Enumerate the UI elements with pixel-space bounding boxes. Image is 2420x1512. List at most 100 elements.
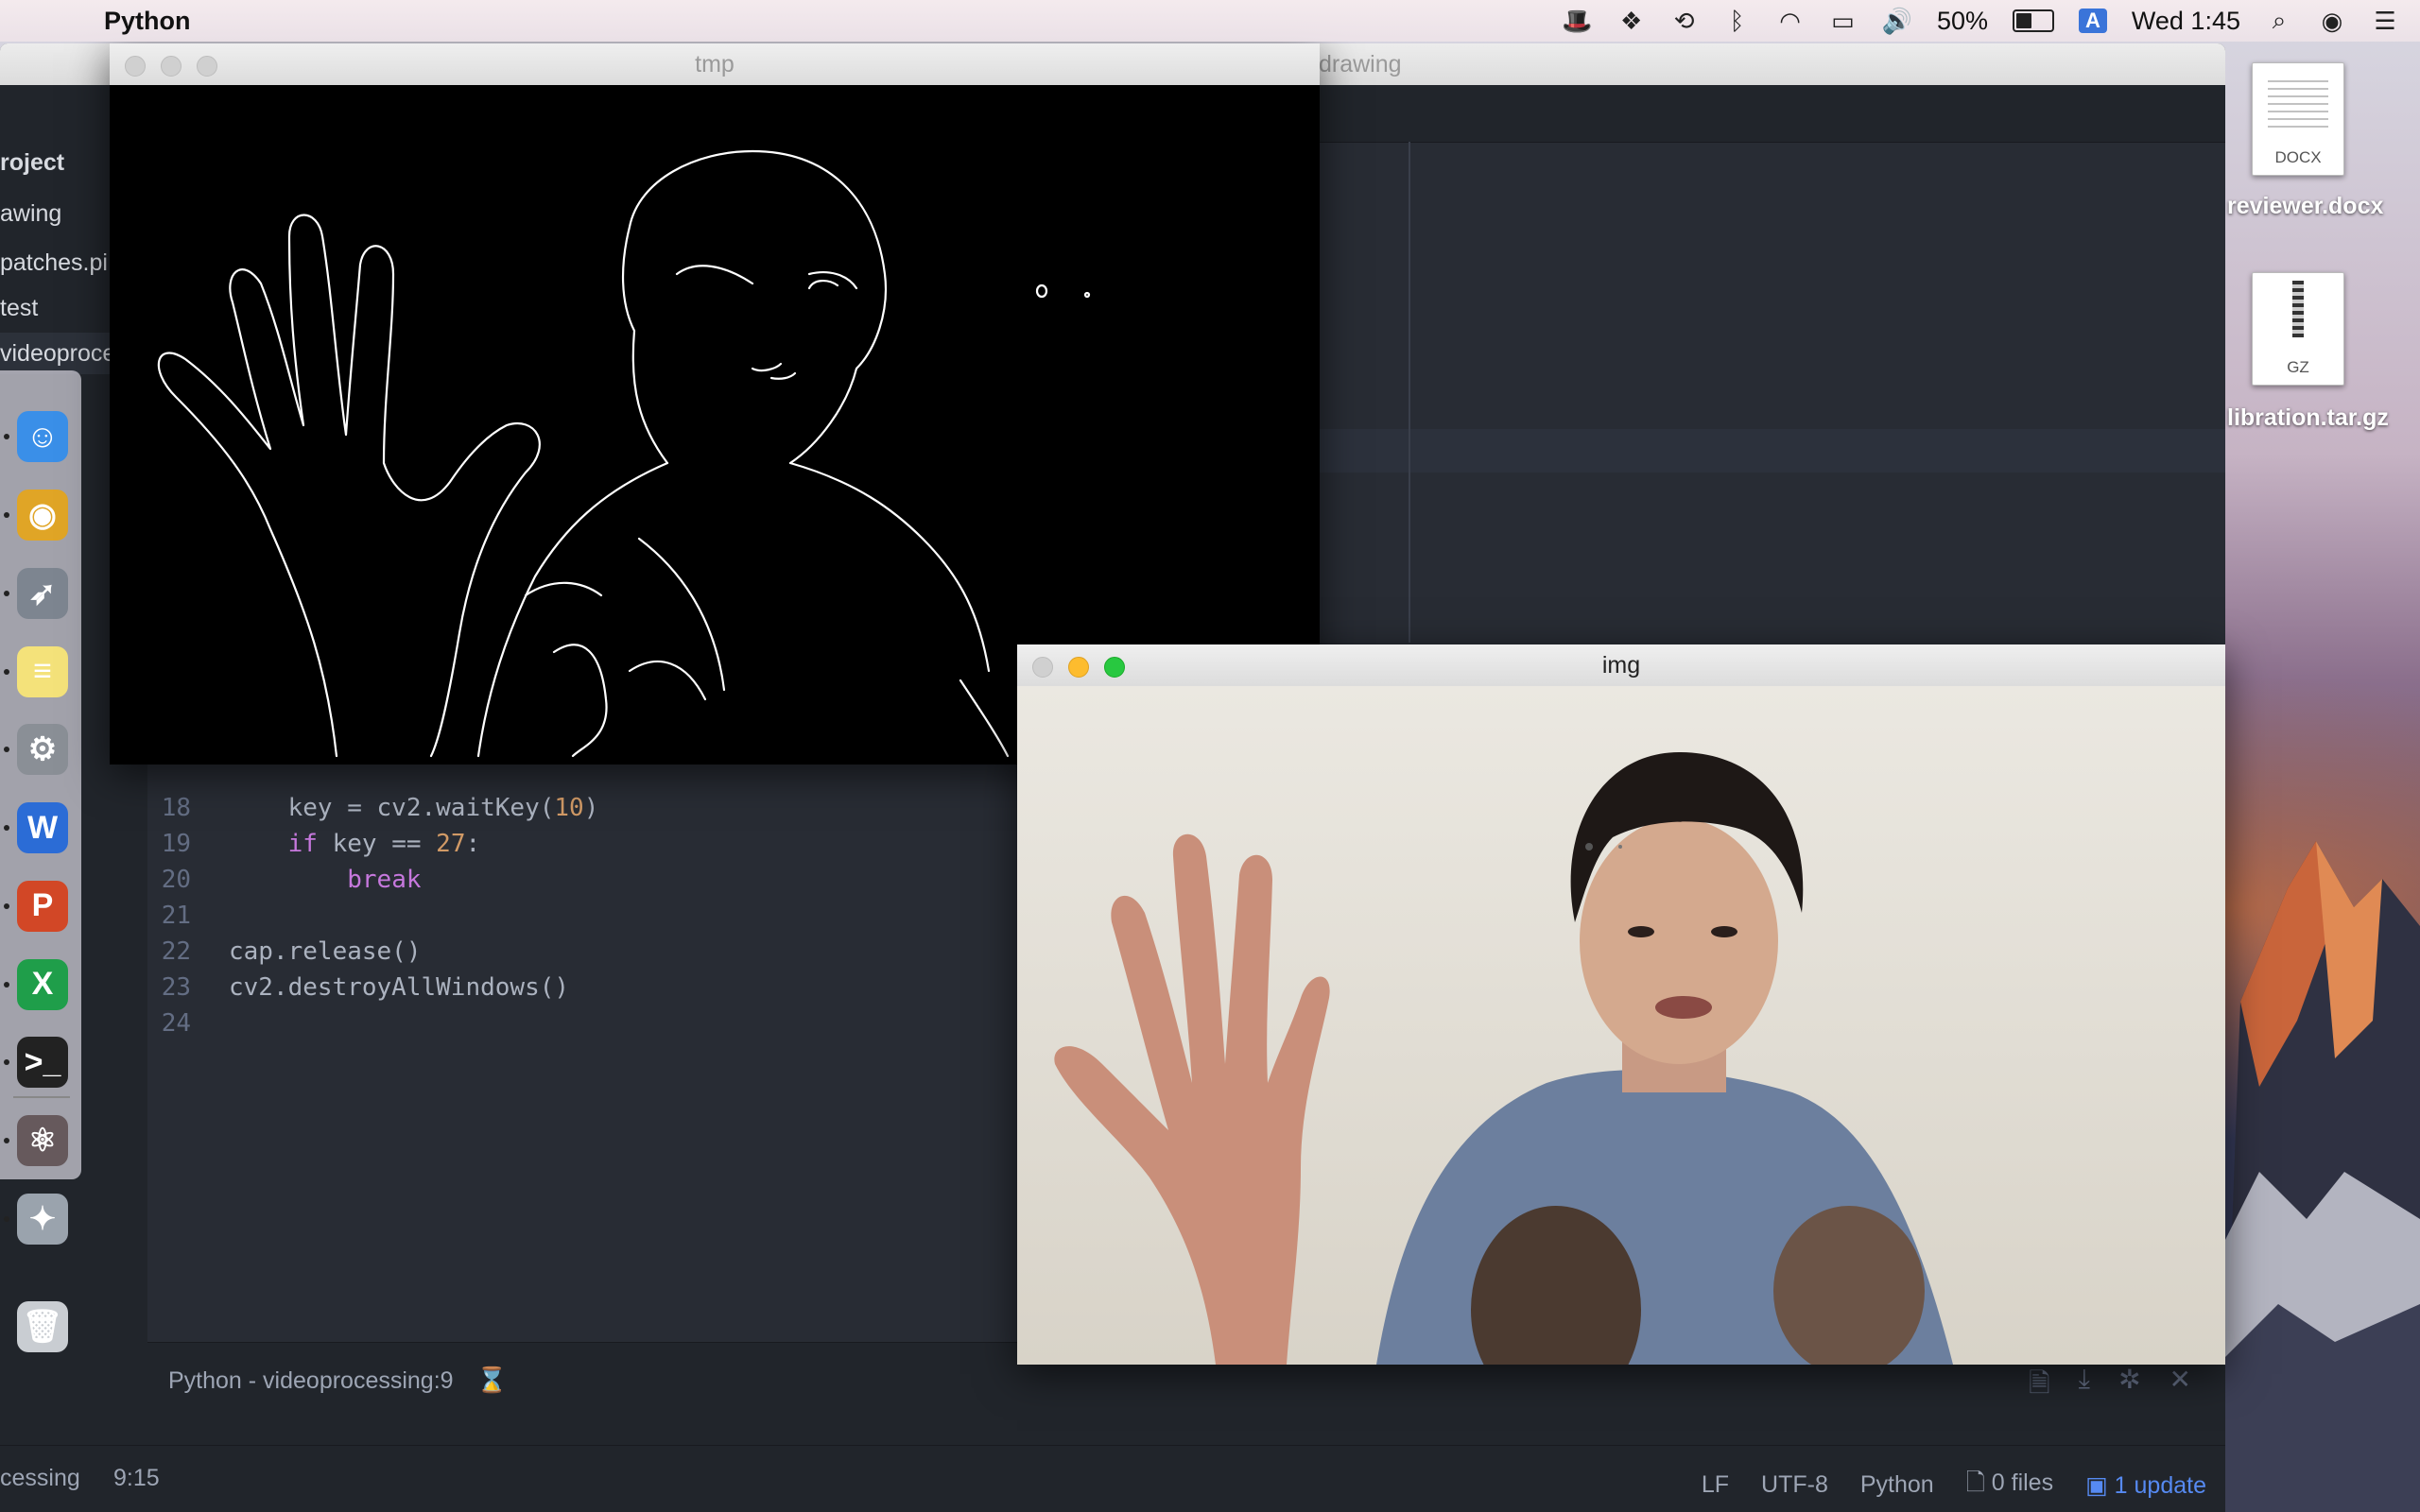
notification-center-icon[interactable]: ☰	[2371, 7, 2399, 35]
dock-running-indicator	[4, 902, 9, 909]
status-line-ending[interactable]: LF	[1702, 1471, 1729, 1499]
dock-running-indicator	[4, 512, 9, 519]
docx-file-icon[interactable]: DOCX	[2252, 62, 2344, 176]
file-icon: 🗋	[1965, 1469, 1985, 1496]
code-line[interactable]: 19 if key == 27:	[147, 826, 598, 862]
gz-file-label[interactable]: libration.tar.gz	[2227, 404, 2389, 432]
mountain-wallpaper-art	[2221, 841, 2420, 1512]
battery-percent[interactable]: 50%	[1937, 7, 1988, 36]
airplay-icon[interactable]: ▭	[1829, 7, 1858, 35]
dock-running-indicator	[4, 825, 9, 832]
app-name-menu[interactable]: Python	[104, 7, 191, 36]
dock-rocket-icon[interactable]: ✦	[17, 1193, 68, 1245]
code-line[interactable]: 23 cv2.destroyAllWindows()	[147, 970, 598, 1005]
hourglass-icon: ⌛	[476, 1366, 508, 1394]
dock-word-icon[interactable]: W	[17, 802, 68, 854]
close-icon[interactable]: ✕	[2169, 1364, 2191, 1409]
line-text: if key == 27:	[229, 826, 481, 862]
volume-icon[interactable]: 🔊	[1882, 7, 1912, 35]
tmp-title: tmp	[695, 51, 735, 77]
code-token: cap.release()	[229, 937, 422, 966]
panel-label: Python - videoprocessing:9	[168, 1367, 454, 1394]
status-cursor[interactable]: 9:15	[113, 1465, 160, 1492]
code-token: :	[465, 830, 481, 858]
status-files-count: 0 files	[1991, 1469, 2054, 1496]
dock-terminal-icon[interactable]: >_	[17, 1037, 68, 1089]
code-line[interactable]: 18 key = cv2.waitKey(10)	[147, 790, 599, 826]
line-number: 18	[161, 794, 191, 822]
dock-launchpad-icon[interactable]: ➶	[17, 567, 68, 619]
zipper-graphic	[2292, 281, 2304, 337]
dock-notes-icon[interactable]: ≡	[17, 645, 68, 697]
document-lines	[2268, 80, 2328, 133]
dropbox-icon[interactable]: ❖	[1617, 7, 1646, 35]
file-ext: GZ	[2287, 358, 2309, 376]
dock-chrome-icon[interactable]: ◉	[17, 490, 68, 541]
copy-icon[interactable]: 🗎	[2029, 1364, 2050, 1409]
editor-title: drawing	[1319, 51, 1402, 77]
line-number: 19	[161, 830, 191, 858]
package-icon: ▣	[2085, 1471, 2108, 1499]
wrap-guide	[1409, 142, 1410, 643]
dock-system-preferences-icon[interactable]: ⚙	[17, 724, 68, 776]
dock-running-indicator	[4, 1059, 9, 1066]
wifi-icon[interactable]: ◠	[1776, 7, 1805, 35]
download-icon[interactable]: ⤓	[2079, 1364, 2090, 1409]
time-machine-icon[interactable]: ⟲	[1670, 7, 1699, 35]
line-number: 21	[161, 902, 191, 930]
bowler-hat-icon[interactable]: 🎩	[1562, 7, 1592, 35]
spotlight-icon[interactable]: ⌕	[2265, 6, 2293, 35]
dock-atom-icon[interactable]: ⚛	[17, 1115, 68, 1166]
code-token: 27	[436, 830, 466, 858]
status-git-files[interactable]: 🗋 0 files	[1966, 1465, 2053, 1505]
dock-powerpoint-icon[interactable]: P	[17, 880, 68, 932]
code-editor[interactable]: 18 key = cv2.waitKey(10) 19 if key == 27:…	[147, 790, 599, 1041]
line-text: key = cv2.waitKey(10)	[229, 790, 599, 826]
dock-running-indicator	[4, 747, 9, 753]
file-ext: DOCX	[2274, 148, 2322, 166]
battery-icon[interactable]	[2013, 9, 2055, 32]
bluetooth-icon[interactable]: ᛒ	[1723, 7, 1752, 35]
line-text: break	[229, 862, 422, 898]
line-text: cv2.destroyAllWindows()	[229, 970, 569, 1005]
bug-icon[interactable]: ✲	[2118, 1364, 2140, 1409]
code-token: 10	[554, 794, 584, 822]
gz-file-icon[interactable]: GZ	[2252, 272, 2344, 386]
code-token: key = cv2.waitKey(	[229, 794, 555, 822]
clock[interactable]: Wed 1:45	[2132, 7, 2240, 36]
code-token: key ==	[317, 830, 437, 858]
img-window[interactable]: img	[1017, 644, 2225, 1365]
line-number: 24	[161, 1009, 191, 1038]
input-source-icon[interactable]: A	[2079, 9, 2107, 33]
dock-running-indicator	[4, 1215, 9, 1222]
dock-finder-icon[interactable]: ☺	[17, 411, 68, 463]
webcam-photo	[1017, 686, 2225, 1365]
docx-file-label[interactable]: reviewer.docx	[2227, 193, 2383, 220]
siri-icon[interactable]: ◉	[2318, 7, 2346, 35]
code-token: cv2.destroyAllWindows()	[229, 973, 570, 1002]
tmp-titlebar[interactable]: tmp	[110, 43, 1320, 85]
status-encoding[interactable]: UTF-8	[1761, 1471, 1828, 1499]
status-bar: cessing 9:15 LF UTF-8 Python 🗋 0 files ▣…	[0, 1445, 2225, 1512]
dock-running-indicator	[4, 981, 9, 988]
code-line[interactable]: 22 cap.release()	[147, 934, 598, 970]
dock-running-indicator	[4, 434, 9, 440]
status-grammar[interactable]: Python	[1860, 1471, 1934, 1499]
status-update[interactable]: ▣ 1 update	[2085, 1471, 2206, 1500]
code-token: break	[347, 866, 422, 894]
status-file[interactable]: cessing	[0, 1465, 80, 1492]
img-titlebar[interactable]: img	[1017, 644, 2225, 686]
dock-running-indicator	[4, 1138, 9, 1143]
dock-running-indicator	[4, 590, 9, 596]
line-number: 23	[161, 973, 191, 1002]
code-line[interactable]: 20 break	[147, 862, 598, 898]
code-line[interactable]: 24	[147, 1005, 598, 1041]
code-line[interactable]: 21	[147, 898, 598, 934]
dock-trash-icon[interactable]: 🗑	[17, 1301, 68, 1352]
dock-excel-icon[interactable]: X	[17, 958, 68, 1010]
line-number: 22	[161, 937, 191, 966]
code-token: if	[287, 830, 318, 858]
img-title: img	[1601, 652, 1641, 679]
